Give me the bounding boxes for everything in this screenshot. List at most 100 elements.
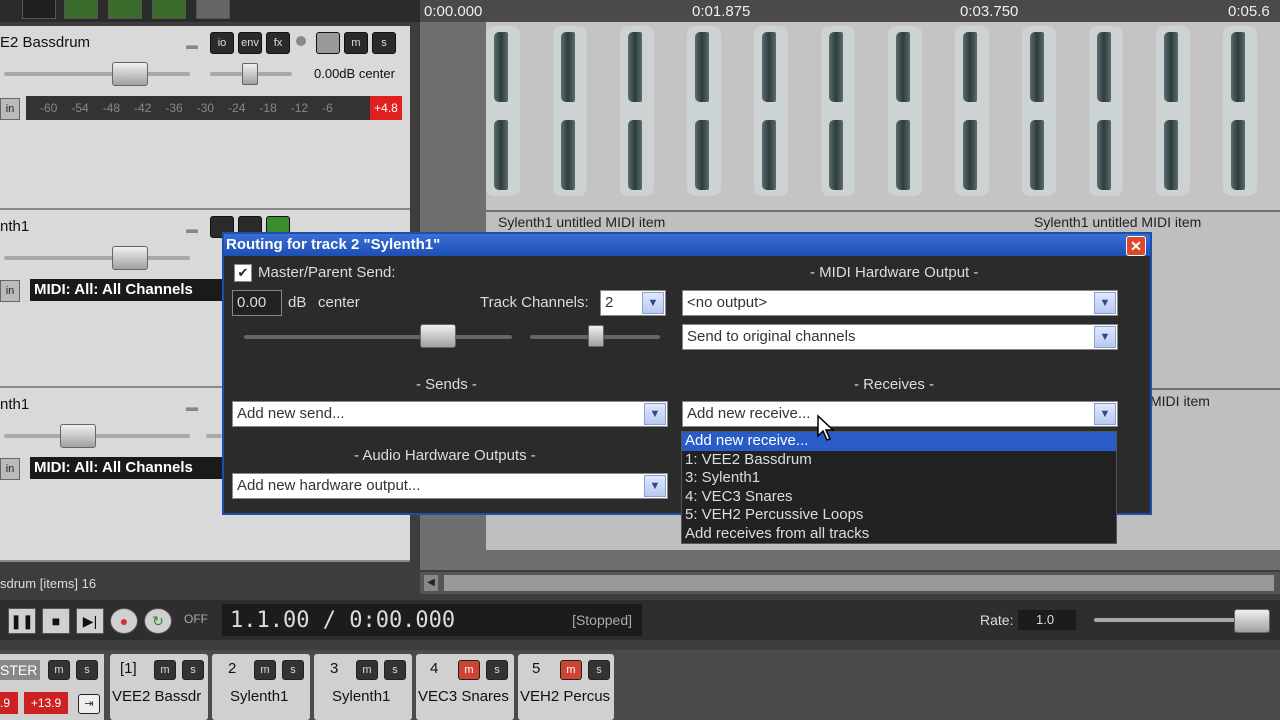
midi-output-select[interactable]: <no output> ▼ [682,290,1118,316]
track-name[interactable]: E2 Bassdrum [0,34,90,51]
midi-item-label: MIDI item [1150,393,1210,409]
chevron-down-icon[interactable]: ▼ [644,475,666,497]
strip-mute-button[interactable]: m [458,660,480,680]
send-pan-knob[interactable] [588,325,604,347]
io-button[interactable]: io [210,32,234,54]
scrollbar-thumb[interactable] [444,575,1274,591]
track-channels-select[interactable]: 2 ▼ [600,290,666,316]
strip-mute-button[interactable]: m [154,660,176,680]
peak-indicator[interactable]: +4.8 [370,96,402,120]
strip-mute-button[interactable]: m [560,660,582,680]
strip-solo-button[interactable]: s [486,660,508,680]
fx-button[interactable]: fx [266,32,290,54]
midi-channels-select[interactable]: Send to original channels ▼ [682,324,1118,350]
chevron-down-icon[interactable]: ▼ [1094,326,1116,348]
chevron-down-icon[interactable]: ▼ [1094,403,1116,425]
chevron-down-icon[interactable]: ▼ [1094,292,1116,314]
rate-knob[interactable] [1234,609,1270,633]
master-strip[interactable]: STER m s .9 +13.9 ⇥ [0,654,104,720]
track-name[interactable]: nth1 [0,396,29,413]
folder-icon[interactable]: ▬ [186,38,198,52]
metronome-icon[interactable] [108,0,142,19]
record-input-button[interactable]: in [0,280,20,302]
skip-end-icon[interactable]: ▶| [76,608,104,634]
folder-icon[interactable]: ▬ [186,222,198,236]
midi-input-select[interactable]: MIDI: All: All Channels [30,279,224,301]
strip-solo-button[interactable]: s [588,660,610,680]
record-icon[interactable]: ● [110,608,138,634]
chevron-down-icon[interactable]: ▼ [642,292,664,314]
mixer-strip-5[interactable]: 5 m s VEH2 Percus [518,654,614,720]
strip-mute-button[interactable]: m [356,660,378,680]
track-name[interactable]: nth1 [0,218,29,235]
volume-fader[interactable] [4,72,190,76]
mixer-strip-2[interactable]: 2 m s Sylenth1 [212,654,310,720]
master-mute-button[interactable]: m [48,660,70,680]
mixer-strip-4[interactable]: 4 m s VEC3 Snares [416,654,514,720]
add-hw-output-select[interactable]: Add new hardware output... ▼ [232,473,668,499]
record-input-button[interactable]: in [0,98,20,120]
record-input-button[interactable]: in [0,458,20,480]
mixer-strip-3[interactable]: 3 m s Sylenth1 [314,654,412,720]
receive-option[interactable]: 4: VEC3 Snares [682,488,1116,507]
rate-value[interactable]: 1.0 [1018,610,1076,630]
pan-fader[interactable] [206,434,222,438]
receive-option[interactable]: 1: VEE2 Bassdrum [682,451,1116,470]
strip-solo-button[interactable]: s [384,660,406,680]
fx-bypass-icon[interactable] [296,36,306,46]
close-icon[interactable]: ✕ [1126,236,1146,256]
send-volume-knob[interactable] [420,324,456,348]
time-readout: 1.1.00 / 0:00.000 [230,608,456,633]
autocrossfade-toggle[interactable]: OFF [184,612,208,626]
master-io-icon[interactable]: ⇥ [78,694,100,714]
volume-fader[interactable] [4,256,190,260]
pause-icon[interactable]: ❚❚ [8,608,36,634]
repeat-icon[interactable]: ↻ [144,608,172,634]
receive-option[interactable]: Add receives from all tracks [682,525,1116,544]
db-label: dB [288,294,307,311]
dialog-titlebar[interactable]: Routing for track 2 "Sylenth1" ✕ [224,234,1150,256]
add-receive-select[interactable]: Add new receive... ▼ [682,401,1118,427]
receive-option[interactable]: 3: Sylenth1 [682,469,1116,488]
pan-knob[interactable] [242,63,258,85]
add-send-select[interactable]: Add new send... ▼ [232,401,668,427]
volume-db-input[interactable]: 0.00 [232,290,282,316]
grid-icon[interactable] [22,0,56,19]
timeline-ruler[interactable]: 0:00.000 0:01.875 0:03.750 0:05.6 [420,0,1280,22]
mute-button[interactable]: m [344,32,368,54]
snap-icon[interactable] [152,0,186,19]
ruler-time-3: 0:05.6 [1228,3,1270,20]
volume-fader[interactable] [4,434,190,438]
horizontal-scrollbar[interactable]: ◀ [420,572,1280,594]
midi-item-label: Sylenth1 untitled MIDI item [498,214,666,230]
strip-mute-button[interactable]: m [254,660,276,680]
solo-button[interactable]: s [372,32,396,54]
scroll-left-icon[interactable]: ◀ [424,575,438,591]
lock-icon[interactable] [196,0,230,19]
strip-solo-button[interactable]: s [282,660,304,680]
ruler-time-0: 0:00.000 [424,3,483,20]
mixer-strip-1[interactable]: [1] m s VEE2 Bassdr [110,654,208,720]
phase-button[interactable] [316,32,340,54]
routing-icon[interactable] [64,0,98,19]
stop-icon[interactable]: ■ [42,608,70,634]
strip-name: VEC3 Snares [418,688,509,705]
receive-option[interactable]: Add new receive... [682,432,1116,451]
master-send-checkbox[interactable]: ✔ [234,264,252,282]
volume-knob[interactable] [112,62,148,86]
master-solo-button[interactable]: s [76,660,98,680]
folder-icon[interactable]: ▬ [186,400,198,414]
env-button[interactable]: env [238,32,262,54]
strip-solo-button[interactable]: s [182,660,204,680]
audio-item-bassdrum[interactable] [486,22,1280,210]
midi-input-select[interactable]: MIDI: All: All Channels [30,457,224,479]
receive-option[interactable]: 5: VEH2 Percussive Loops [682,506,1116,525]
audio-hw-outputs-title: - Audio Hardware Outputs - [354,447,536,464]
volume-knob[interactable] [60,424,96,448]
volume-knob[interactable] [112,246,148,270]
track-panel-1[interactable]: E2 Bassdrum ▬ io env fx m s 0.00dB cente… [0,26,410,210]
time-display[interactable]: 1.1.00 / 0:00.000 [Stopped] [222,604,642,636]
chevron-down-icon[interactable]: ▼ [644,403,666,425]
send-volume-slider[interactable] [244,335,512,339]
ruler-time-2: 0:03.750 [960,3,1019,20]
